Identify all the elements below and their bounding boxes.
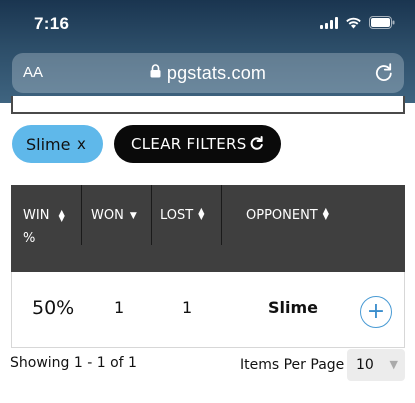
chevron-down-icon: ▼ bbox=[389, 358, 398, 371]
column-won[interactable]: WON ▼ bbox=[91, 185, 153, 245]
lock-icon bbox=[150, 63, 161, 83]
column-opponent[interactable]: OPPONENT ▲ ▼ bbox=[246, 185, 366, 245]
items-per-page-value: 10 bbox=[356, 357, 374, 373]
items-per-page-label: Items Per Page bbox=[240, 357, 345, 373]
sort-both-icon: ▲ ▼ bbox=[58, 207, 65, 223]
win-pct-cell: 50% bbox=[32, 297, 75, 319]
column-lost-label: LOST bbox=[160, 208, 194, 223]
column-win-label: WIN bbox=[23, 208, 50, 223]
url-field[interactable]: pgstats.com bbox=[12, 53, 404, 93]
plus-icon[interactable]: + bbox=[360, 296, 392, 328]
won-cell: 1 bbox=[114, 298, 125, 317]
sort-both-icon: ▲ ▼ bbox=[198, 206, 205, 221]
clear-filters-label: CLEAR FILTERS bbox=[131, 135, 247, 153]
table-row: 50% 1 1 Slime + bbox=[11, 272, 405, 348]
column-opponent-label: OPPONENT bbox=[246, 208, 318, 223]
filter-chip-label: Slime bbox=[26, 134, 71, 154]
address-bar[interactable]: AA pgstats.com bbox=[12, 53, 404, 93]
column-divider bbox=[151, 185, 152, 245]
pagination-summary: Showing 1 - 1 of 1 bbox=[10, 355, 137, 371]
remove-filter-button[interactable]: x bbox=[77, 135, 86, 153]
column-lost[interactable]: LOST ▲ ▼ bbox=[160, 185, 222, 245]
status-time: 7:16 bbox=[34, 14, 70, 33]
clear-filters-button[interactable]: CLEAR FILTERS bbox=[114, 125, 281, 163]
lost-cell: 1 bbox=[182, 298, 193, 317]
previous-section-box bbox=[11, 96, 405, 114]
cellular-signal-icon bbox=[320, 16, 338, 29]
column-won-label: WON bbox=[91, 208, 124, 223]
column-win-pct-symbol: % bbox=[23, 231, 36, 246]
url-text: pgstats.com bbox=[166, 62, 267, 83]
status-icons bbox=[320, 16, 395, 29]
items-per-page-select[interactable]: 10 ▼ bbox=[347, 349, 405, 381]
sort-both-icon: ▲ ▼ bbox=[322, 206, 329, 221]
browser-chrome: 7:16 AA pgstats.com bbox=[0, 0, 415, 103]
table-header: WIN ▲ ▼ % WON ▼ LOST ▲ ▼ OPPONENT ▲ ▼ bbox=[11, 185, 405, 272]
column-divider bbox=[221, 185, 222, 245]
column-divider bbox=[81, 185, 82, 245]
sort-down-icon: ▼ bbox=[129, 211, 137, 221]
reload-icon[interactable] bbox=[374, 62, 394, 87]
battery-icon bbox=[369, 16, 395, 29]
wifi-icon bbox=[345, 17, 362, 29]
column-win-pct[interactable]: WIN ▲ ▼ % bbox=[23, 185, 83, 246]
opponent-cell: Slime bbox=[268, 298, 319, 317]
refresh-icon bbox=[249, 136, 264, 155]
filter-chip-slime[interactable]: Slime x bbox=[12, 125, 103, 163]
